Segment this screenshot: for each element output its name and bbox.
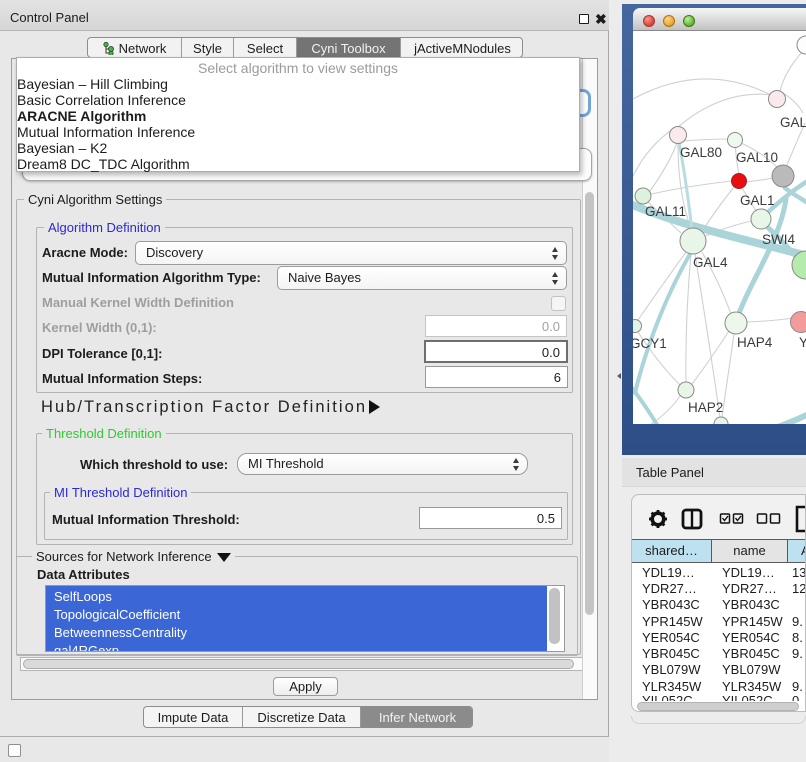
svg-text:SWI4: SWI4: [762, 232, 795, 247]
svg-text:GCY1: GCY1: [633, 336, 667, 351]
svg-text:GAL4: GAL4: [693, 255, 728, 270]
svg-text:GAL7: GAL7: [780, 115, 806, 130]
svg-text:GAL80: GAL80: [680, 145, 722, 160]
svg-text:HAP4: HAP4: [737, 335, 773, 350]
svg-text:GAL11: GAL11: [645, 204, 686, 219]
svg-text:GAL10: GAL10: [736, 150, 778, 165]
svg-text:HAP2: HAP2: [688, 400, 723, 415]
svg-text:GAL1: GAL1: [740, 193, 775, 208]
svg-text:YM: YM: [799, 335, 806, 350]
